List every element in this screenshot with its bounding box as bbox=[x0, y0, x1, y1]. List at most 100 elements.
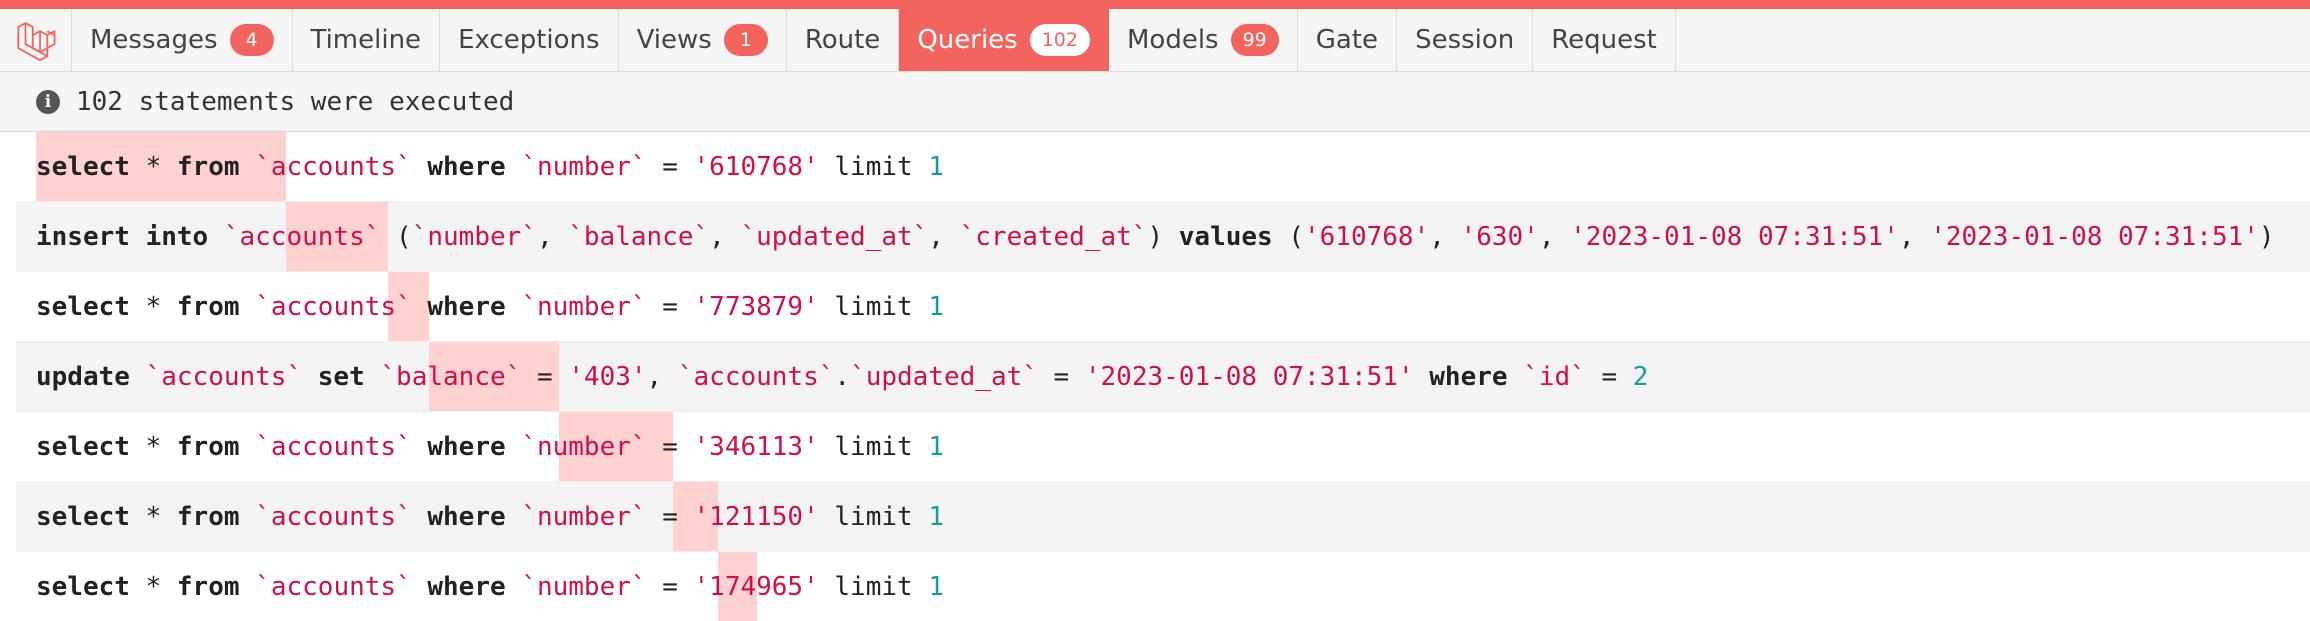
sql-token: `accounts` bbox=[223, 221, 381, 252]
sql-token: 1 bbox=[928, 501, 944, 532]
sql-token: select bbox=[36, 431, 130, 462]
sql-token: 1 bbox=[928, 431, 944, 462]
sql-token: '773879' bbox=[693, 291, 819, 322]
sql-token: '2023-01-08 07:31:51' bbox=[1930, 221, 2259, 252]
sql-token: '2023-01-08 07:31:51' bbox=[1084, 361, 1414, 392]
sql-token: ) bbox=[1147, 221, 1179, 252]
sql-token: , bbox=[1538, 221, 1571, 252]
sql-statement: select * from `accounts` where `number` … bbox=[16, 292, 944, 322]
sql-token: `number` bbox=[521, 571, 647, 602]
query-row[interactable]: select * from `accounts` where `number` … bbox=[16, 412, 2310, 482]
tab-count-badge: 4 bbox=[229, 24, 274, 56]
sql-token: where bbox=[427, 291, 506, 322]
tab-messages[interactable]: Messages 4 bbox=[72, 9, 293, 71]
query-row[interactable]: select * from `accounts` where `number` … bbox=[16, 552, 2310, 621]
sql-token: select bbox=[36, 571, 130, 602]
tab-queries[interactable]: Queries 102 bbox=[899, 9, 1109, 71]
sql-token: = bbox=[646, 571, 694, 602]
sql-token: = bbox=[646, 501, 694, 532]
sql-token: `updated_at` bbox=[740, 221, 929, 252]
sql-token: * bbox=[129, 291, 177, 322]
laravel-logo-icon[interactable] bbox=[0, 9, 72, 71]
tab-label: Timeline bbox=[310, 25, 422, 55]
sql-token: where bbox=[427, 151, 506, 182]
sql-token: `accounts` bbox=[677, 361, 835, 392]
sql-token: , bbox=[1898, 221, 1931, 252]
sql-token: * bbox=[129, 431, 177, 462]
tab-views[interactable]: Views 1 bbox=[619, 9, 787, 71]
sql-token: '174965' bbox=[693, 571, 819, 602]
sql-token: 1 bbox=[928, 151, 944, 182]
sql-token: limit bbox=[834, 291, 913, 322]
sql-token: '403' bbox=[568, 361, 647, 392]
sql-token: '2023-01-08 07:31:51' bbox=[1570, 221, 1899, 252]
info-icon: i bbox=[36, 89, 60, 114]
sql-statement: select * from `accounts` where `number` … bbox=[16, 432, 944, 462]
queries-status-bar: i 102 statements were executed bbox=[0, 72, 2310, 132]
query-row[interactable]: select * from `accounts` where `number` … bbox=[16, 132, 2310, 202]
tab-exceptions[interactable]: Exceptions bbox=[440, 9, 619, 71]
sql-token: '121150' bbox=[693, 501, 819, 532]
tab-label: Messages bbox=[90, 25, 218, 55]
sql-token: , bbox=[1429, 221, 1461, 252]
sql-token: '610768' bbox=[1304, 221, 1430, 252]
accent-top-border bbox=[0, 0, 2310, 9]
tab-request[interactable]: Request bbox=[1533, 9, 1676, 71]
sql-token: select bbox=[36, 151, 130, 182]
sql-token: `number` bbox=[411, 221, 537, 252]
sql-token: '610768' bbox=[693, 151, 819, 182]
sql-token: `number` bbox=[521, 291, 647, 322]
tab-timeline[interactable]: Timeline bbox=[293, 9, 441, 71]
tab-gate[interactable]: Gate bbox=[1298, 9, 1398, 71]
tab-session[interactable]: Session bbox=[1397, 9, 1534, 71]
tab-label: Session bbox=[1415, 25, 1515, 55]
sql-token: ( bbox=[380, 221, 412, 252]
sql-token: = bbox=[646, 431, 694, 462]
query-list: select * from `accounts` where `number` … bbox=[16, 132, 2310, 621]
sql-token: `number` bbox=[521, 431, 647, 462]
sql-statement: update `accounts` set `balance` = '403',… bbox=[16, 362, 1648, 392]
sql-token: limit bbox=[834, 151, 913, 182]
sql-token: ( bbox=[1272, 221, 1304, 252]
statements-count-text: 102 statements were executed bbox=[76, 86, 515, 117]
query-row[interactable]: update `accounts` set `balance` = '403',… bbox=[16, 342, 2310, 412]
sql-token: = bbox=[521, 361, 569, 392]
sql-token: , bbox=[928, 221, 960, 252]
query-row[interactable]: select * from `accounts` where `number` … bbox=[16, 482, 2310, 552]
sql-token: `accounts` bbox=[145, 361, 303, 392]
debugbar-tabs: Messages 4 Timeline Exceptions Views 1 Route Qu… bbox=[0, 9, 2310, 72]
sql-token: `accounts` bbox=[255, 501, 412, 532]
sql-token: ) bbox=[2258, 221, 2275, 252]
query-row[interactable]: insert into `accounts` (`number`, `balan… bbox=[16, 202, 2310, 272]
sql-token: select bbox=[36, 501, 130, 532]
sql-token: 1 bbox=[928, 571, 944, 602]
tab-route[interactable]: Route bbox=[787, 9, 900, 71]
sql-token: * bbox=[129, 151, 177, 182]
sql-token: from bbox=[176, 291, 240, 322]
tab-count-badge: 1 bbox=[723, 24, 768, 56]
tab-models[interactable]: Models 99 bbox=[1109, 9, 1298, 71]
tab-label: Route bbox=[804, 25, 881, 55]
sql-token: limit bbox=[834, 431, 913, 462]
sql-token: set bbox=[317, 361, 365, 392]
sql-statement: select * from `accounts` where `number` … bbox=[16, 502, 944, 532]
query-row[interactable]: select * from `accounts` where `number` … bbox=[16, 272, 2310, 342]
laravel-logo-icon bbox=[16, 22, 55, 61]
sql-token: . bbox=[834, 361, 851, 392]
